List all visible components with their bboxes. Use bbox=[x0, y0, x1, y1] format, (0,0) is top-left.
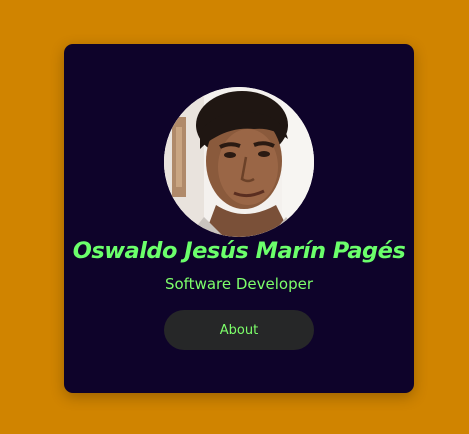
about-button[interactable]: About bbox=[164, 310, 314, 350]
profile-role: Software Developer bbox=[164, 275, 314, 293]
avatar bbox=[164, 87, 314, 237]
profile-card: Oswaldo Jesús Marín Pagés Software Devel… bbox=[64, 44, 414, 393]
profile-photo-icon bbox=[164, 87, 314, 237]
profile-name: Oswaldo Jesús Marín Pagés bbox=[72, 238, 406, 264]
